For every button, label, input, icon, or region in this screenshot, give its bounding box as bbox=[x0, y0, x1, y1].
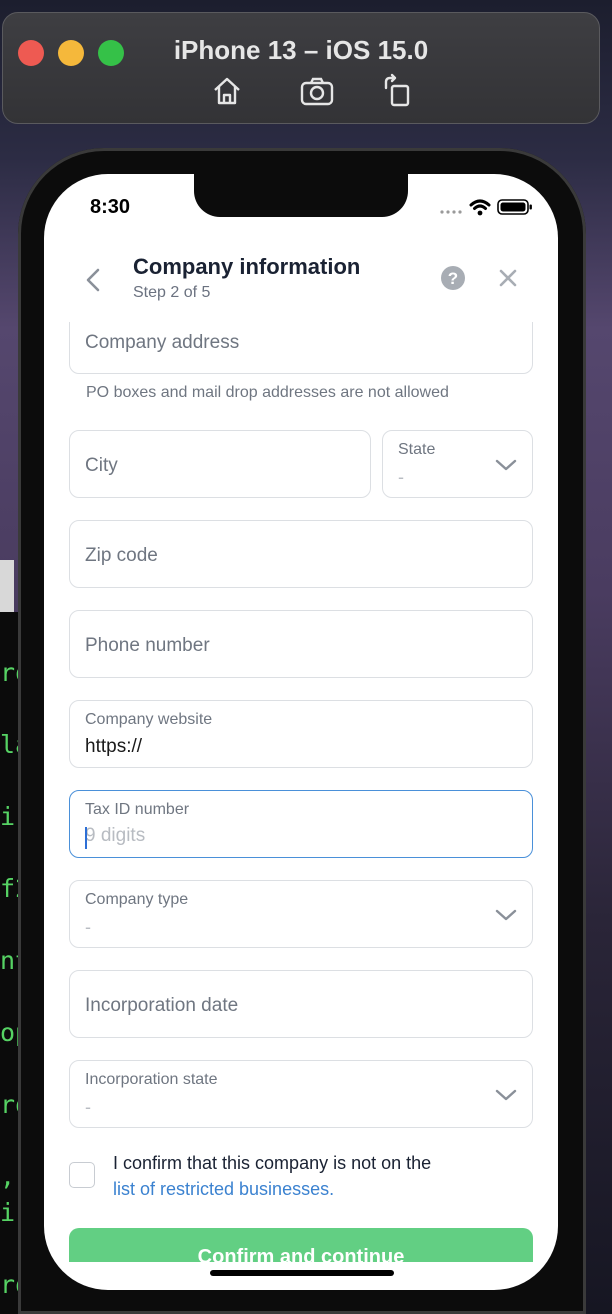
status-icons bbox=[440, 199, 532, 216]
help-icon[interactable]: ? bbox=[440, 265, 466, 291]
back-chevron-icon[interactable] bbox=[78, 264, 110, 296]
continue-button[interactable]: Confirm and continue bbox=[69, 1228, 533, 1262]
home-icon[interactable] bbox=[209, 73, 245, 109]
simulator-title: iPhone 13 – iOS 15.0 bbox=[173, 35, 429, 65]
company-address-field[interactable]: Company address bbox=[69, 322, 533, 374]
company-type-value: - bbox=[85, 917, 91, 937]
incorporation-date-placeholder: Incorporation date bbox=[85, 995, 239, 1016]
status-time: 8:30 bbox=[90, 196, 131, 218]
company-type-label: Company type bbox=[85, 891, 189, 908]
phone-number-field[interactable]: Phone number bbox=[69, 610, 533, 678]
terminal-line: i bbox=[0, 1198, 16, 1227]
state-value: - bbox=[398, 467, 404, 487]
city-placeholder: City bbox=[85, 455, 118, 476]
screenshot-icon[interactable] bbox=[299, 73, 335, 109]
page-title: Company information bbox=[133, 254, 361, 279]
phone-screen: 8:30 Company information Step 2 of 5 ? C… bbox=[44, 174, 558, 1290]
close-icon[interactable] bbox=[495, 265, 521, 291]
chevron-down-icon bbox=[495, 459, 517, 471]
state-select[interactable]: State - bbox=[382, 430, 533, 498]
svg-text:?: ? bbox=[448, 269, 458, 288]
tax-id-placeholder: 9 digits bbox=[85, 825, 146, 846]
restricted-businesses-link[interactable]: list of restricted businesses. bbox=[113, 1179, 334, 1199]
company-website-field[interactable]: Company website https:// bbox=[69, 700, 533, 768]
tax-id-label: Tax ID number bbox=[85, 801, 190, 818]
rotate-icon[interactable] bbox=[379, 73, 415, 109]
zip-code-placeholder: Zip code bbox=[85, 545, 158, 566]
tax-id-field[interactable]: Tax ID number 9 digits bbox=[69, 790, 533, 858]
confirm-text: I confirm that this company is not on th… bbox=[113, 1153, 432, 1173]
phone-number-placeholder: Phone number bbox=[85, 635, 210, 656]
city-field[interactable]: City bbox=[69, 430, 371, 498]
incorporation-state-label: Incorporation state bbox=[85, 1071, 218, 1088]
incorporation-state-value: - bbox=[85, 1097, 91, 1117]
notch bbox=[194, 174, 408, 217]
restricted-business-checkbox[interactable] bbox=[69, 1162, 95, 1188]
company-address-helper: PO boxes and mail drop addresses are not… bbox=[86, 384, 449, 401]
text-cursor bbox=[85, 827, 87, 849]
battery-icon bbox=[497, 199, 532, 215]
incorporation-date-field[interactable]: Incorporation date bbox=[69, 970, 533, 1038]
step-indicator: Step 2 of 5 bbox=[133, 284, 211, 301]
signal-icon bbox=[440, 210, 462, 214]
company-website-label: Company website bbox=[85, 711, 213, 728]
wifi-icon bbox=[469, 199, 491, 216]
company-address-placeholder: Company address bbox=[85, 332, 240, 353]
desktop-window-edge bbox=[0, 560, 14, 612]
home-indicator bbox=[210, 1270, 394, 1276]
company-type-select[interactable]: Company type - bbox=[69, 880, 533, 948]
nav-header: Company information Step 2 of 5 ? bbox=[44, 244, 558, 314]
zip-code-field[interactable]: Zip code bbox=[69, 520, 533, 588]
simulator-toolbar: iPhone 13 – iOS 15.0 bbox=[2, 12, 600, 124]
state-label: State bbox=[398, 441, 436, 458]
confirm-statement: I confirm that this company is not on th… bbox=[113, 1150, 431, 1202]
terminal-line: i bbox=[0, 802, 16, 831]
company-form: Company address PO boxes and mail drop a… bbox=[44, 322, 558, 1262]
incorporation-state-select[interactable]: Incorporation state - bbox=[69, 1060, 533, 1128]
company-website-value: https:// bbox=[85, 736, 143, 757]
chevron-down-icon bbox=[495, 1089, 517, 1101]
chevron-down-icon bbox=[495, 909, 517, 921]
